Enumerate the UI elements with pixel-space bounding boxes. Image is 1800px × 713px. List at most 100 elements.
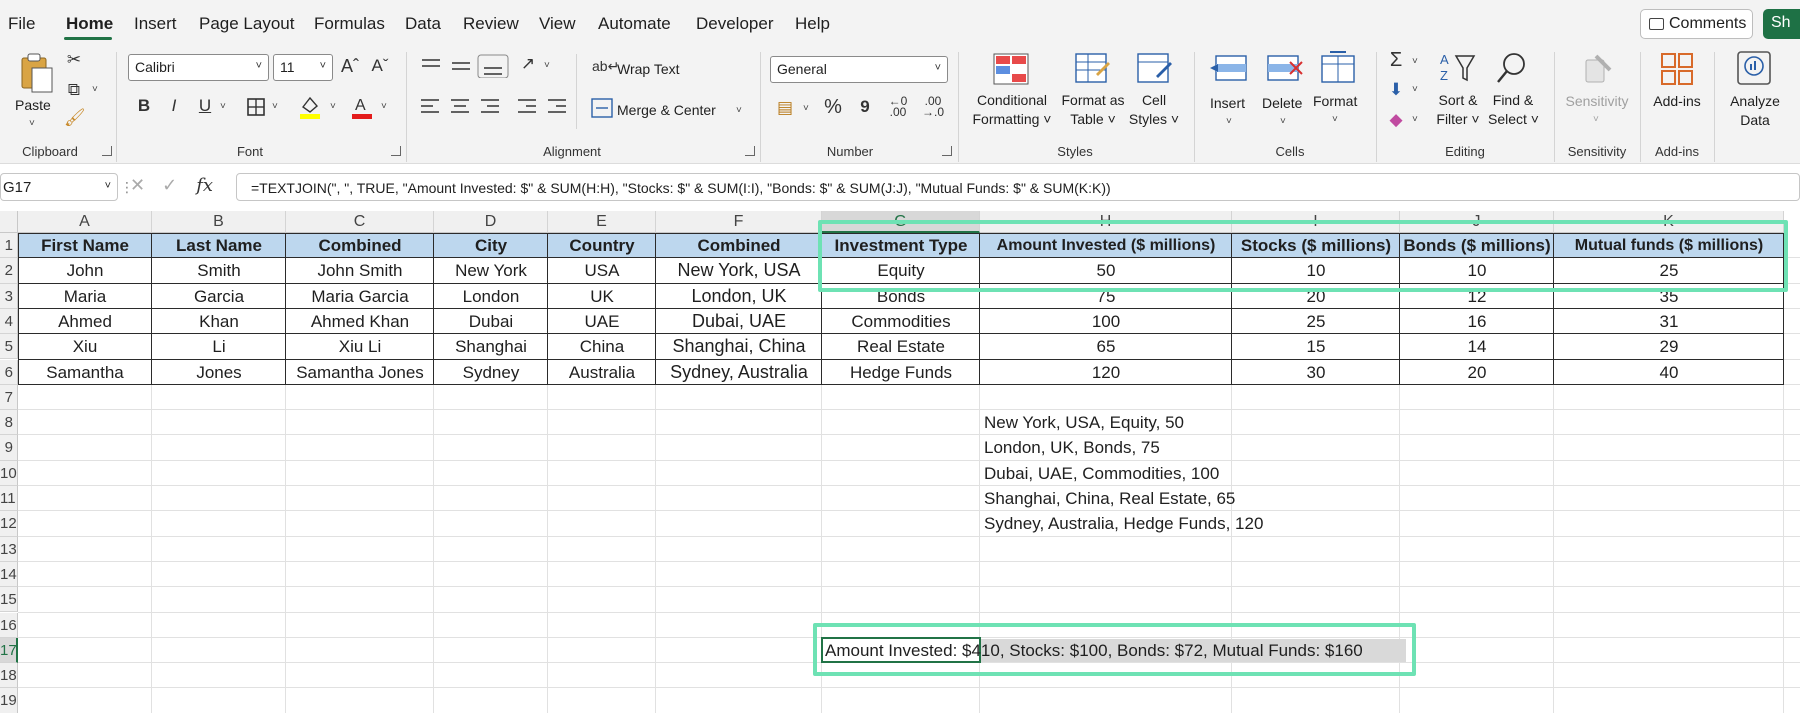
- row-header-4[interactable]: 4: [0, 308, 18, 335]
- percent-style-button[interactable]: %: [822, 97, 844, 117]
- comments-button[interactable]: Comments: [1640, 9, 1753, 39]
- paste-label[interactable]: Paste: [15, 96, 51, 115]
- table-cell[interactable]: 20: [1400, 360, 1554, 385]
- comma-style-button[interactable]: 9: [855, 97, 875, 117]
- row-header-12[interactable]: 12: [0, 511, 18, 537]
- header-cell[interactable]: Combined: [656, 233, 822, 259]
- row-header-8[interactable]: 8: [0, 410, 18, 436]
- delete-cells-icon[interactable]: [1264, 52, 1304, 84]
- table-cell[interactable]: Samantha: [18, 360, 152, 385]
- orientation-icon[interactable]: ↗: [518, 54, 538, 74]
- grow-font-icon[interactable]: Aˆ: [338, 56, 362, 76]
- number-launcher-icon[interactable]: [942, 146, 952, 156]
- fill-chevron-icon[interactable]: ˅: [1412, 84, 1418, 95]
- column-header-j[interactable]: J: [1400, 211, 1554, 233]
- joined-text-cell[interactable]: Shanghai, China, Real Estate, 65: [984, 486, 1235, 511]
- font-color-icon[interactable]: A: [350, 94, 374, 120]
- insert-cells-icon[interactable]: [1210, 52, 1250, 84]
- decrease-decimal-icon[interactable]: .00 →.0: [920, 95, 946, 118]
- font-color-chevron-icon[interactable]: ˅: [381, 101, 387, 112]
- table-cell[interactable]: Samantha Jones: [286, 360, 434, 385]
- column-header-d[interactable]: D: [434, 211, 548, 233]
- table-cell[interactable]: UK: [548, 284, 656, 309]
- tab-review[interactable]: Review: [463, 14, 519, 34]
- table-cell[interactable]: 12: [1400, 284, 1554, 309]
- enter-icon[interactable]: ✓: [162, 175, 177, 195]
- tab-view[interactable]: View: [539, 14, 576, 34]
- clear-icon[interactable]: ◆: [1386, 110, 1406, 130]
- table-cell[interactable]: 30: [1232, 360, 1400, 385]
- header-cell[interactable]: Mutual funds ($ millions): [1554, 233, 1784, 259]
- table-cell[interactable]: New York: [434, 258, 548, 283]
- delete-cells-button[interactable]: Delete: [1262, 94, 1302, 113]
- insert-cells-button[interactable]: Insert: [1210, 94, 1245, 113]
- column-header-k[interactable]: K: [1554, 211, 1784, 233]
- table-cell[interactable]: Shanghai, China: [656, 334, 822, 359]
- share-button[interactable]: Sh: [1763, 9, 1800, 39]
- row-header-1[interactable]: 1: [0, 233, 18, 259]
- table-cell[interactable]: 25: [1232, 309, 1400, 334]
- table-cell[interactable]: 40: [1554, 360, 1784, 385]
- conditional-formatting-icon[interactable]: [992, 52, 1030, 86]
- row-header-6[interactable]: 6: [0, 359, 18, 385]
- summary-cell[interactable]: Amount Invested: $410, Stocks: $100, Bon…: [825, 638, 1363, 663]
- table-cell[interactable]: Garcia: [152, 284, 286, 309]
- borders-chevron-icon[interactable]: ˅: [272, 101, 278, 112]
- row-header-5[interactable]: 5: [0, 334, 18, 360]
- table-cell[interactable]: Khan: [152, 309, 286, 334]
- find-select-button[interactable]: Find & Select ˅: [1488, 91, 1539, 129]
- table-cell[interactable]: 29: [1554, 334, 1784, 359]
- header-cell[interactable]: Country: [548, 233, 656, 259]
- table-cell[interactable]: Equity: [822, 258, 980, 283]
- wrap-text-icon[interactable]: ab↵: [592, 56, 619, 76]
- column-header-e[interactable]: E: [548, 211, 656, 233]
- orientation-chevron-icon[interactable]: ˅: [544, 60, 550, 71]
- table-cell[interactable]: Ahmed: [18, 309, 152, 334]
- bold-button[interactable]: B: [134, 96, 154, 116]
- table-cell[interactable]: John Smith: [286, 258, 434, 283]
- table-cell[interactable]: Smith: [152, 258, 286, 283]
- font-name-dropdown[interactable]: Calibri ˅: [128, 54, 269, 81]
- joined-text-cell[interactable]: London, UK, Bonds, 75: [984, 435, 1160, 460]
- format-painter-icon[interactable]: 🖌: [64, 108, 86, 128]
- table-cell[interactable]: London, UK: [656, 284, 822, 309]
- format-cells-button[interactable]: Format: [1313, 92, 1357, 111]
- row-header-3[interactable]: 3: [0, 283, 18, 309]
- row-header-15[interactable]: 15: [0, 587, 18, 613]
- table-cell[interactable]: 31: [1554, 309, 1784, 334]
- cut-icon[interactable]: ✂: [64, 50, 84, 70]
- analyze-data-icon[interactable]: [1736, 50, 1772, 86]
- column-header-g[interactable]: G: [822, 211, 980, 233]
- header-cell[interactable]: Last Name: [152, 233, 286, 259]
- row-header-9[interactable]: 9: [0, 435, 18, 461]
- cell-styles-icon[interactable]: [1136, 52, 1174, 86]
- vertical-align-icons[interactable]: [418, 54, 528, 78]
- header-cell[interactable]: First Name: [18, 233, 152, 259]
- autosum-chevron-icon[interactable]: ˅: [1412, 56, 1418, 67]
- table-cell[interactable]: 50: [980, 258, 1232, 283]
- table-cell[interactable]: Maria Garcia: [286, 284, 434, 309]
- table-cell[interactable]: 120: [980, 360, 1232, 385]
- table-cell[interactable]: Sydney, Australia: [656, 360, 822, 385]
- table-cell[interactable]: Commodities: [822, 309, 980, 334]
- table-cell[interactable]: Hedge Funds: [822, 360, 980, 385]
- row-header-10[interactable]: 10: [0, 460, 18, 486]
- column-header-b[interactable]: B: [152, 211, 286, 233]
- table-cell[interactable]: 25: [1554, 258, 1784, 283]
- merge-center-icon[interactable]: [591, 98, 613, 118]
- more-options-icon[interactable]: ⋮: [120, 177, 134, 197]
- merge-chevron-icon[interactable]: ˅: [736, 105, 742, 116]
- column-header-i[interactable]: I: [1232, 211, 1400, 233]
- row-header-13[interactable]: 13: [0, 536, 18, 562]
- insert-function-button[interactable]: fx: [196, 175, 213, 196]
- row-header-17[interactable]: 17: [0, 637, 18, 664]
- autosum-icon[interactable]: Σ: [1386, 50, 1406, 70]
- table-cell[interactable]: Xiu Li: [286, 334, 434, 359]
- table-cell[interactable]: Maria: [18, 284, 152, 309]
- column-header-f[interactable]: F: [656, 211, 822, 233]
- row-header-18[interactable]: 18: [0, 663, 18, 689]
- name-box[interactable]: G17 ˅: [0, 173, 118, 201]
- table-cell[interactable]: New York, USA: [656, 258, 822, 283]
- accounting-chevron-icon[interactable]: ˅: [803, 103, 809, 114]
- tab-file[interactable]: File: [8, 14, 35, 34]
